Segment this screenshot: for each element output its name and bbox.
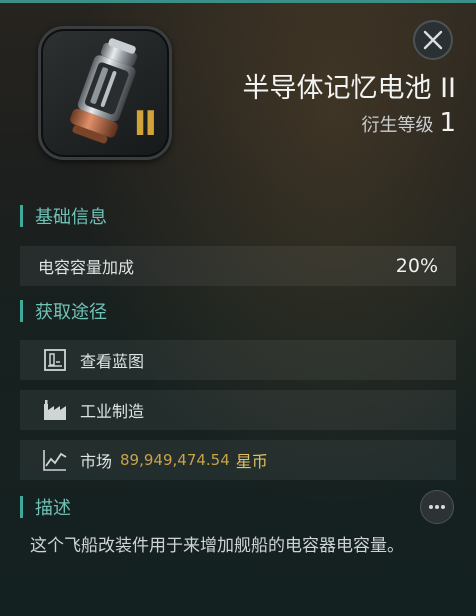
industry-row[interactable]: 工业制造 [20,390,456,430]
source-label: 市场 [80,452,113,471]
tier-mark: II [133,104,157,144]
stat-row: 电容容量加成 20% [20,246,456,286]
factory-icon [42,397,68,423]
stat-value: 20% [395,255,438,277]
item-info-panel: II 半导体记忆电池 II 衍生等级 1 基础信息 电容容量加成 20% 获取途… [0,0,476,616]
more-dots-icon [429,505,445,509]
description-text: 这个飞船改装件用于来增加舰船的电容器电容量。 [30,536,404,556]
section-basic-info: 基础信息 [20,203,107,229]
section-title: 获取途径 [35,302,107,323]
item-tier: 衍生等级 1 [361,108,456,138]
market-currency: 星币 [235,452,268,471]
close-button[interactable] [413,20,453,60]
section-description: 描述 [20,494,71,520]
market-price: 89,949,474.54 [120,451,230,469]
section-acquire: 获取途径 [20,298,107,324]
section-title: 描述 [35,498,71,519]
section-accent-bar [20,300,23,322]
source-label: 工业制造 [80,402,145,421]
view-blueprint-row[interactable]: 查看蓝图 [20,340,456,380]
item-tier-value: 1 [439,108,456,138]
source-label: 查看蓝图 [80,352,145,371]
market-row[interactable]: 市场 89,949,474.54 星币 [20,440,456,480]
close-icon [423,30,443,50]
section-title: 基础信息 [35,207,107,228]
item-title: 半导体记忆电池 II [242,73,456,104]
section-accent-bar [20,496,23,518]
top-accent-strip [0,0,476,3]
section-accent-bar [20,205,23,227]
more-options-button[interactable] [420,490,454,524]
item-icon: II [38,26,172,160]
stat-label: 电容容量加成 [38,258,135,277]
market-chart-icon [42,447,68,473]
blueprint-icon [42,347,68,373]
item-tier-label: 衍生等级 [361,115,434,136]
